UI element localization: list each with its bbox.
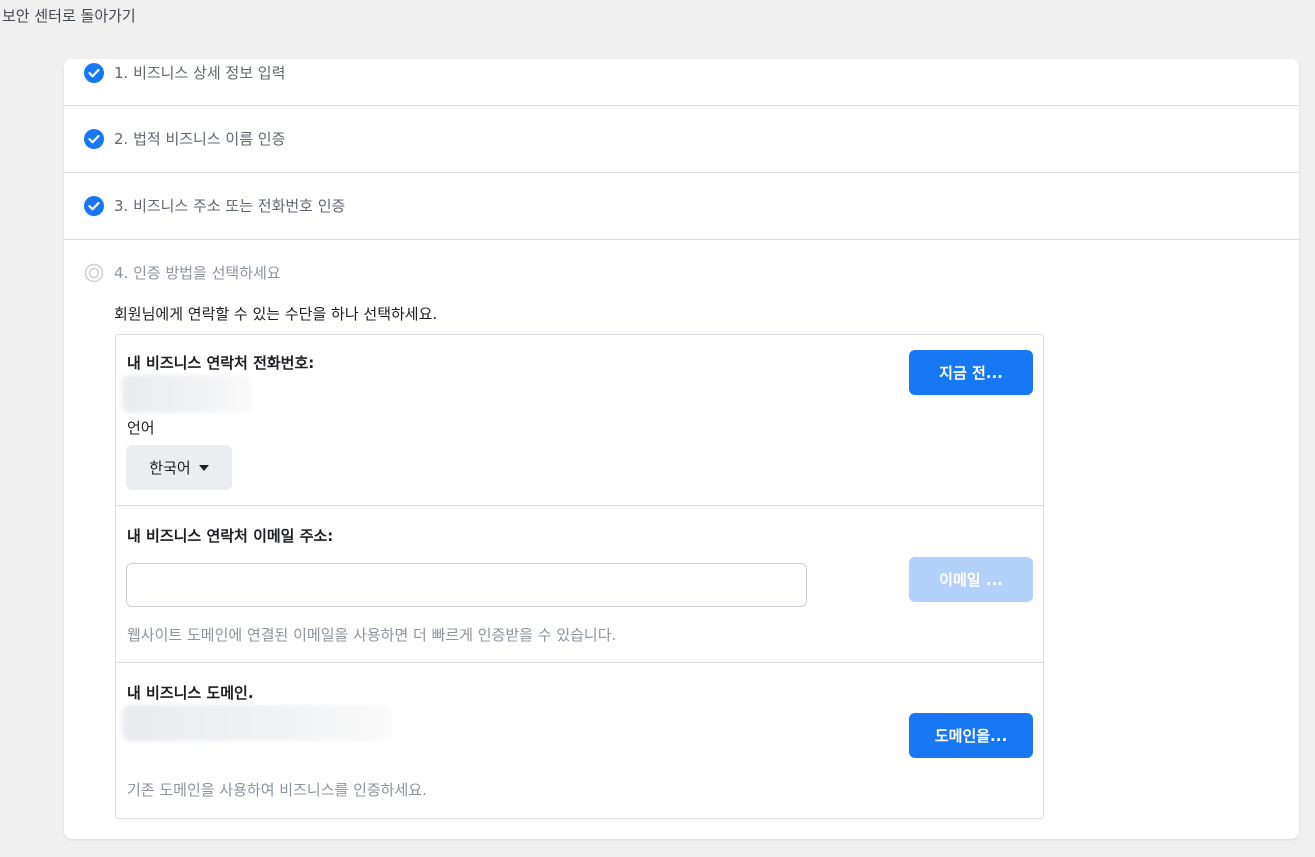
option-domain: 내 비즈니스 도메인. 도메인을... 기존 도메인을 사용하여 비즈니스를 인… [116, 663, 1043, 818]
caret-down-icon [198, 464, 209, 471]
email-input[interactable] [126, 563, 807, 607]
redacted-domain [122, 705, 392, 741]
step-description: 회원님에게 연락할 수 있는 수단을 하나 선택하세요. [114, 305, 438, 323]
step-legal-name[interactable]: 2. 법적 비즈니스 이름 인증 [64, 106, 1299, 173]
call-now-button[interactable]: 지금 전... [909, 350, 1033, 395]
domain-hint: 기존 도메인을 사용하여 비즈니스를 인증하세요. [127, 781, 427, 799]
verify-domain-button[interactable]: 도메인을... [909, 713, 1033, 758]
send-email-button[interactable]: 이메일 ... [909, 557, 1033, 602]
phone-option-title: 내 비즈니스 연락처 전화번호: [127, 354, 315, 372]
step-label: 4. 인증 방법을 선택하세요 [114, 264, 281, 282]
language-label: 언어 [127, 419, 155, 437]
check-circle-icon [84, 196, 104, 216]
step-business-details[interactable]: 1. 비즈니스 상세 정보 입력 [64, 59, 1299, 106]
email-option-title: 내 비즈니스 연락처 이메일 주소: [127, 527, 334, 545]
redacted-phone-number [122, 375, 252, 413]
verification-card: 1. 비즈니스 상세 정보 입력 2. 법적 비즈니스 이름 인증 3. 비즈니… [64, 59, 1299, 839]
back-to-security-center-link[interactable]: 보안 센터로 돌아가기 [2, 5, 136, 26]
radio-pending-icon [84, 263, 104, 283]
check-circle-icon [84, 63, 104, 83]
language-value: 한국어 [149, 459, 191, 477]
email-hint: 웹사이트 도메인에 연결된 이메일을 사용하면 더 빠르게 인증받을 수 있습니… [127, 626, 617, 644]
option-email: 내 비즈니스 연락처 이메일 주소: 이메일 ... 웹사이트 도메인에 연결된… [116, 506, 1043, 663]
domain-option-title: 내 비즈니스 도메인. [127, 684, 254, 702]
option-phone: 내 비즈니스 연락처 전화번호: 지금 전... 언어 한국어 [116, 335, 1043, 506]
check-circle-icon [84, 129, 104, 149]
step-label: 1. 비즈니스 상세 정보 입력 [114, 64, 286, 82]
step-label: 3. 비즈니스 주소 또는 전화번호 인증 [114, 197, 346, 215]
language-select[interactable]: 한국어 [126, 445, 232, 490]
step-address-phone[interactable]: 3. 비즈니스 주소 또는 전화번호 인증 [64, 173, 1299, 240]
step-label: 2. 법적 비즈니스 이름 인증 [114, 130, 286, 148]
verification-options: 내 비즈니스 연락처 전화번호: 지금 전... 언어 한국어 내 비즈니스 연… [115, 334, 1044, 819]
